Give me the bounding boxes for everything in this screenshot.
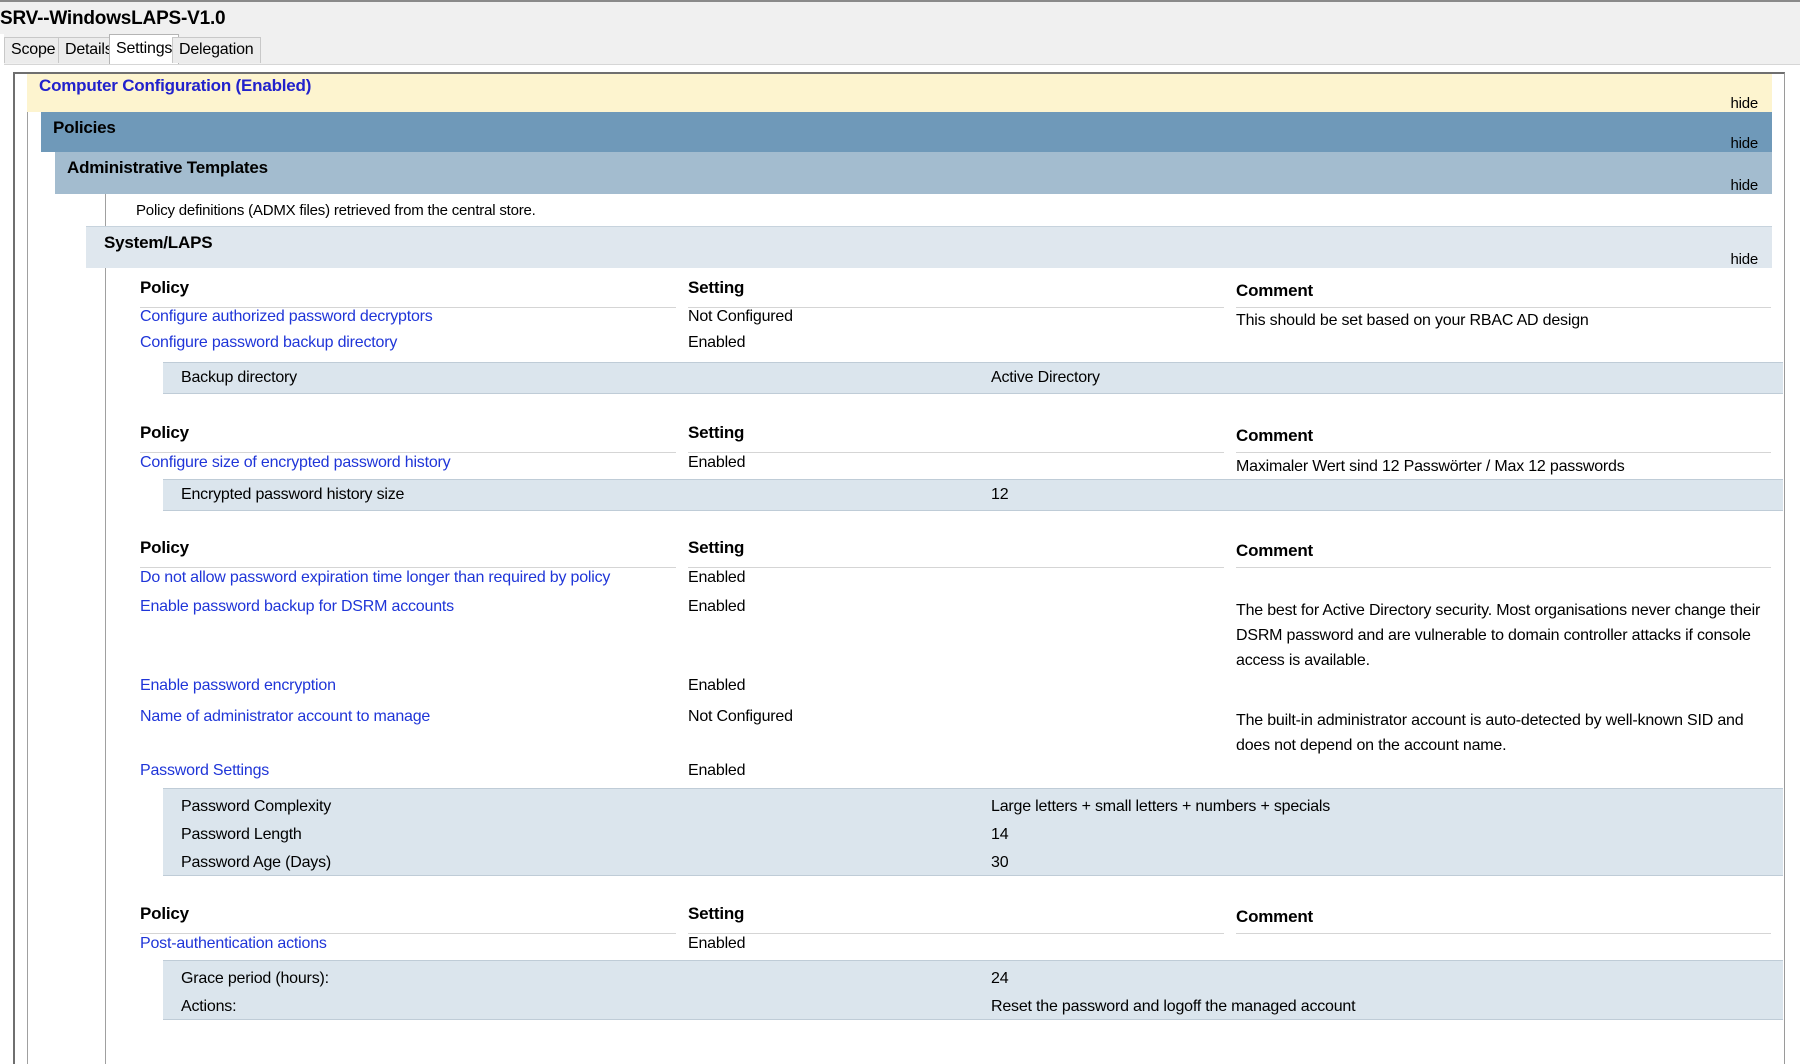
policy-link[interactable]: Enable password backup for DSRM accounts <box>140 598 454 616</box>
detail-value: 30 <box>991 854 1009 871</box>
column-header-policy: Policy <box>140 904 189 923</box>
table-header: Policy Setting Comment <box>140 278 1780 308</box>
comment-text: Maximaler Wert sind 12 Passwörter / Max … <box>1236 458 1625 475</box>
detail-value: 24 <box>991 970 1009 987</box>
hide-link[interactable]: hide <box>1730 177 1758 194</box>
table-row: Name of administrator account to manage … <box>140 708 1780 760</box>
table-row: Configure authorized password decryptors… <box>140 308 1780 334</box>
column-header-comment: Comment <box>1236 541 1313 560</box>
detail-value: Reset the password and logoff the manage… <box>991 998 1356 1015</box>
table-header: Policy Setting Comment <box>140 423 1780 453</box>
detail-key: Password Complexity <box>181 798 332 815</box>
table-row: Configure size of encrypted password his… <box>140 454 1780 480</box>
detail-key: Grace period (hours): <box>181 970 329 987</box>
detail-key: Encrypted password history size <box>181 486 405 503</box>
setting-value: Enabled <box>688 677 746 694</box>
comment-text: The best for Active Directory security. … <box>1236 602 1761 669</box>
detail-key: Password Age (Days) <box>181 854 332 871</box>
table-header: Policy Setting Comment <box>140 904 1780 934</box>
detail-value: Large letters + small letters + numbers … <box>991 798 1331 815</box>
hide-link[interactable]: hide <box>1730 95 1758 112</box>
table-header: Policy Setting Comment <box>140 538 1780 568</box>
column-header-comment: Comment <box>1236 907 1313 926</box>
policy-link[interactable]: Do not allow password expiration time lo… <box>140 569 610 587</box>
tree-guide-line <box>27 74 28 1064</box>
column-header-policy: Policy <box>140 278 189 297</box>
settings-report: Computer Configuration (Enabled) hide Po… <box>13 72 1785 1064</box>
detail-key: Password Length <box>181 826 302 843</box>
policy-link[interactable]: Configure password backup directory <box>140 334 397 352</box>
setting-value: Enabled <box>688 762 746 779</box>
setting-value: Not Configured <box>688 708 793 725</box>
tab-strip: Scope Details Settings Delegation <box>4 34 1800 65</box>
policy-link[interactable]: Post-authentication actions <box>140 935 327 953</box>
column-header-comment: Comment <box>1236 426 1313 445</box>
section-system-laps: System/LAPS hide <box>86 226 1772 268</box>
detail-key: Actions: <box>181 998 237 1015</box>
policy-details: Backup directory Active Directory <box>163 362 1783 394</box>
column-header-comment: Comment <box>1236 281 1313 300</box>
section-administrative-templates: Administrative Templates hide <box>55 152 1772 194</box>
column-header-policy: Policy <box>140 538 189 557</box>
policy-details: Encrypted password history size 12 <box>163 479 1783 511</box>
detail-value: 14 <box>991 826 1009 843</box>
section-policies: Policies hide <box>41 112 1772 152</box>
setting-value: Enabled <box>688 569 746 586</box>
table-row: Enable password encryption Enabled <box>140 677 1780 703</box>
setting-value: Enabled <box>688 454 746 471</box>
section-title: Policies <box>53 118 116 137</box>
policy-details: Password Complexity Large letters + smal… <box>163 788 1783 876</box>
table-row: Configure password backup directory Enab… <box>140 334 1780 360</box>
policy-details: Grace period (hours): 24 Actions: Reset … <box>163 960 1783 1020</box>
table-row: Do not allow password expiration time lo… <box>140 569 1780 595</box>
window-title: SRV--WindowsLAPS-V1.0 <box>0 8 226 29</box>
setting-value: Enabled <box>688 598 746 615</box>
setting-value: Enabled <box>688 334 746 351</box>
section-title: System/LAPS <box>104 233 213 252</box>
tab-scope[interactable]: Scope <box>4 37 63 63</box>
tab-delegation[interactable]: Delegation <box>172 37 261 63</box>
window-titlebar: SRV--WindowsLAPS-V1.0 <box>0 0 1800 34</box>
column-header-policy: Policy <box>140 423 189 442</box>
policy-link[interactable]: Configure authorized password decryptors <box>140 308 433 326</box>
section-computer-configuration: Computer Configuration (Enabled) hide <box>27 74 1772 112</box>
hide-link[interactable]: hide <box>1730 251 1758 268</box>
admx-note: Policy definitions (ADMX files) retrieve… <box>136 202 536 219</box>
section-title: Computer Configuration (Enabled) <box>39 76 312 95</box>
setting-value: Not Configured <box>688 308 793 325</box>
tab-settings[interactable]: Settings <box>109 34 180 64</box>
policy-link[interactable]: Configure size of encrypted password his… <box>140 454 451 472</box>
detail-value: 12 <box>991 486 1009 503</box>
column-header-setting: Setting <box>688 278 745 297</box>
detail-key: Backup directory <box>181 369 297 386</box>
section-title: Administrative Templates <box>67 158 268 177</box>
policy-link[interactable]: Password Settings <box>140 762 269 780</box>
table-row: Post-authentication actions Enabled <box>140 935 1780 961</box>
table-row: Enable password backup for DSRM accounts… <box>140 598 1780 676</box>
table-row: Password Settings Enabled <box>140 762 1780 788</box>
tree-guide-line <box>105 194 106 1064</box>
setting-value: Enabled <box>688 935 746 952</box>
policy-link[interactable]: Name of administrator account to manage <box>140 708 430 726</box>
comment-text: The built-in administrator account is au… <box>1236 712 1744 754</box>
hide-link[interactable]: hide <box>1730 135 1758 152</box>
column-header-setting: Setting <box>688 904 745 923</box>
column-header-setting: Setting <box>688 423 745 442</box>
column-header-setting: Setting <box>688 538 745 557</box>
detail-value: Active Directory <box>991 369 1100 386</box>
policy-link[interactable]: Enable password encryption <box>140 677 336 695</box>
comment-text: This should be set based on your RBAC AD… <box>1236 312 1589 329</box>
